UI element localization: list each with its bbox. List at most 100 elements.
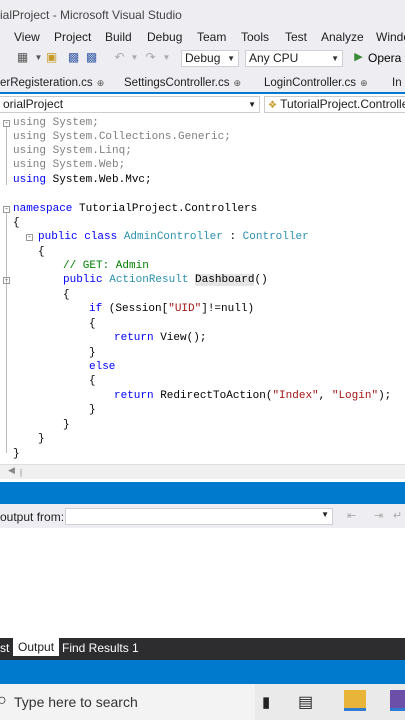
pin-icon[interactable]: ⊕ bbox=[97, 78, 105, 88]
code-line-brace: { bbox=[89, 375, 96, 387]
tab-error-list[interactable]: st bbox=[0, 641, 9, 655]
horizontal-scrollbar[interactable]: ◀ bbox=[0, 464, 405, 479]
menu-window[interactable]: Windo bbox=[376, 30, 405, 44]
code-line-if: if (Session["UID"]!=null) bbox=[89, 302, 254, 316]
menu-test[interactable]: Test bbox=[285, 30, 307, 44]
collapse-icon[interactable]: - bbox=[3, 120, 10, 128]
code-line-5: using System.Web.Mvc; bbox=[13, 173, 152, 187]
method-name: Dashboard bbox=[195, 274, 255, 286]
code-text: TutorialProject.Controllers bbox=[72, 203, 258, 215]
platform-value: Any CPU bbox=[249, 51, 299, 65]
code-line-2: using System.Collections.Generic; bbox=[13, 131, 231, 143]
string-literal: "Login" bbox=[331, 390, 379, 402]
output-toolbar: output from: ▼ ⇤ ⇥ ↵ bbox=[0, 504, 405, 528]
status-bar bbox=[0, 660, 405, 684]
keyword: if bbox=[89, 303, 103, 315]
keyword: using bbox=[13, 174, 47, 186]
scroll-left-icon[interactable]: ◀ bbox=[8, 465, 15, 476]
menu-tools[interactable]: Tools bbox=[241, 30, 269, 44]
code-line-brace: { bbox=[38, 246, 45, 258]
search-placeholder: Type here to search bbox=[14, 694, 138, 710]
tab-login-controller[interactable]: LoginController.cs ⊕ bbox=[264, 77, 368, 89]
play-icon[interactable]: ▶ bbox=[352, 51, 365, 64]
code-line-brace: } bbox=[89, 404, 96, 416]
code-text: ); bbox=[378, 390, 392, 402]
code-line-comment: // GET: Admin bbox=[63, 260, 149, 272]
chevron-down-icon: ▼ bbox=[331, 54, 339, 63]
pin-icon[interactable]: ⊕ bbox=[360, 78, 368, 88]
undo-dropdown-icon[interactable]: ▼ bbox=[128, 51, 141, 64]
code-text: () bbox=[254, 274, 268, 286]
tab-label: LoginController.cs bbox=[264, 77, 357, 89]
file-explorer-icon[interactable] bbox=[344, 690, 366, 711]
taskbar-search[interactable]: ○ Type here to search ▮ bbox=[0, 684, 270, 720]
type-name: AdminController bbox=[123, 231, 223, 243]
code-editor[interactable]: - using System; using System.Collections… bbox=[0, 116, 405, 464]
tab-output[interactable]: Output bbox=[13, 638, 60, 656]
collapse-icon[interactable]: - bbox=[3, 206, 10, 214]
task-view-icon[interactable]: ▤ bbox=[298, 692, 313, 712]
menu-team[interactable]: Team bbox=[197, 30, 226, 44]
code-line-return-view: return View(); bbox=[114, 331, 206, 345]
pin-icon[interactable]: ⊕ bbox=[233, 78, 241, 88]
keyword: public bbox=[63, 274, 103, 286]
code-text: , bbox=[318, 390, 332, 402]
tab-label: erRegisteration.cs bbox=[0, 77, 93, 89]
code-text: RedirectToAction( bbox=[153, 390, 273, 402]
tab-settings-controller[interactable]: SettingsController.cs ⊕ bbox=[124, 77, 241, 89]
output-content[interactable] bbox=[0, 528, 405, 638]
code-line-brace: } bbox=[38, 433, 45, 445]
solution-configuration-select[interactable]: Debug ▼ bbox=[181, 50, 239, 67]
code-text: ]!=null) bbox=[201, 303, 255, 315]
tab-find-results[interactable]: Find Results 1 bbox=[62, 641, 139, 655]
menu-analyze[interactable]: Analyze bbox=[321, 30, 364, 44]
new-project-icon[interactable]: ▦ bbox=[16, 51, 29, 64]
type-name: Controller bbox=[242, 231, 309, 243]
undo-icon[interactable]: ↶ bbox=[113, 51, 126, 64]
output-from-label: output from: bbox=[0, 510, 65, 524]
clear-all-icon[interactable]: ⇥ bbox=[374, 509, 383, 522]
output-source-select[interactable]: ▼ bbox=[65, 508, 333, 525]
class-icon: ❖ bbox=[268, 100, 277, 111]
run-button-label[interactable]: Opera I bbox=[368, 51, 405, 65]
string-literal: "Index" bbox=[272, 390, 319, 402]
menu-build[interactable]: Build bbox=[105, 30, 132, 44]
keyword: return bbox=[114, 332, 154, 344]
find-message-icon[interactable]: ⇤ bbox=[347, 509, 356, 522]
keyword: namespace bbox=[13, 203, 73, 215]
save-icon[interactable]: ▩ bbox=[67, 51, 80, 64]
search-icon: ○ bbox=[0, 692, 7, 709]
visual-studio-icon[interactable] bbox=[390, 690, 405, 711]
microphone-icon[interactable]: ▮ bbox=[262, 693, 270, 711]
outline-guide bbox=[6, 127, 7, 185]
title-bar: ialProject - Microsoft Visual Studio bbox=[0, 0, 405, 28]
class-select[interactable]: ❖ TutorialProject.Controllers bbox=[264, 96, 405, 113]
menu-debug[interactable]: Debug bbox=[147, 30, 182, 44]
code-line-class: public class AdminController : Controlle… bbox=[38, 230, 309, 244]
menu-project[interactable]: Project bbox=[54, 30, 91, 44]
dropdown-arrow-icon[interactable]: ▼ bbox=[32, 51, 45, 64]
menu-bar: View Project Build Debug Team Tools Test… bbox=[0, 28, 405, 46]
tab-user-registeration[interactable]: erRegisteration.cs ⊕ bbox=[0, 77, 104, 89]
solution-platform-select[interactable]: Any CPU ▼ bbox=[245, 50, 343, 67]
code-line-3: using System.Linq; bbox=[13, 145, 132, 157]
menu-view[interactable]: View bbox=[14, 30, 40, 44]
collapse-icon[interactable]: - bbox=[3, 277, 10, 285]
project-select[interactable]: orialProject ▼ bbox=[0, 96, 260, 113]
save-all-icon[interactable]: ▩ bbox=[85, 51, 98, 64]
output-panel-header bbox=[0, 482, 405, 504]
code-line-brace: { bbox=[13, 217, 20, 229]
project-value: orialProject bbox=[3, 97, 64, 111]
tool-window-tabs: st Output Find Results 1 bbox=[0, 638, 405, 660]
redo-icon[interactable]: ↷ bbox=[144, 51, 157, 64]
class-value: TutorialProject.Controllers bbox=[280, 97, 405, 111]
window-title: ialProject - Microsoft Visual Studio bbox=[0, 8, 182, 22]
redo-dropdown-icon[interactable]: ▼ bbox=[160, 51, 173, 64]
keyword: return bbox=[114, 390, 154, 402]
word-wrap-icon[interactable]: ↵ bbox=[393, 509, 402, 522]
collapse-icon[interactable]: - bbox=[26, 234, 33, 242]
outline-guide bbox=[6, 213, 7, 453]
tab-index[interactable]: In bbox=[392, 77, 402, 89]
open-folder-icon[interactable]: ▣ bbox=[45, 51, 58, 64]
code-line-namespace: namespace TutorialProject.Controllers bbox=[13, 202, 257, 216]
